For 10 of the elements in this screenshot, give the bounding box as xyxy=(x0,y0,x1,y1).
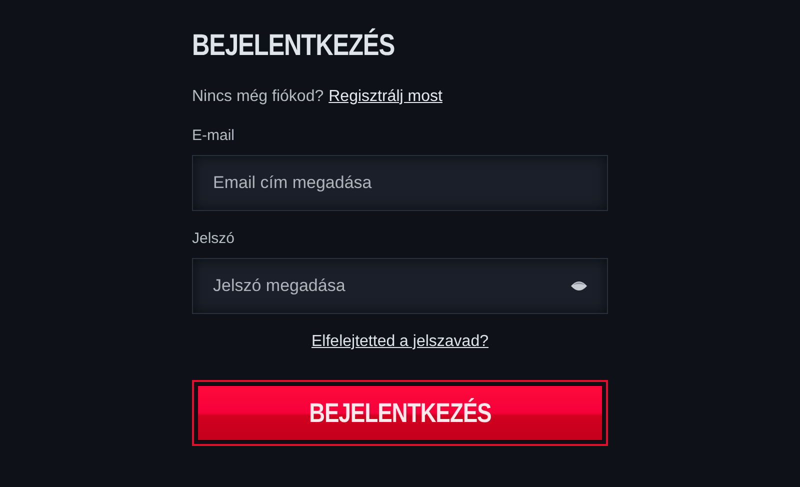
page-title: BEJELENTKEZÉS xyxy=(192,28,395,64)
register-link[interactable]: Regisztrálj most xyxy=(328,87,442,107)
eye-icon[interactable] xyxy=(570,280,588,292)
field-label: Jelszó xyxy=(192,229,235,249)
forgot-password-link[interactable]: Elfelejtetted a jelszavad? xyxy=(312,332,488,352)
login-button[interactable]: BEJELENTKEZÉS xyxy=(192,380,608,446)
field-label: E-mail xyxy=(192,126,235,146)
password-field[interactable]: Jelszó megadása xyxy=(192,258,608,314)
email-field[interactable]: Email cím megadása xyxy=(192,155,608,211)
signup-prompt: Nincs még fiókod? xyxy=(192,87,324,107)
